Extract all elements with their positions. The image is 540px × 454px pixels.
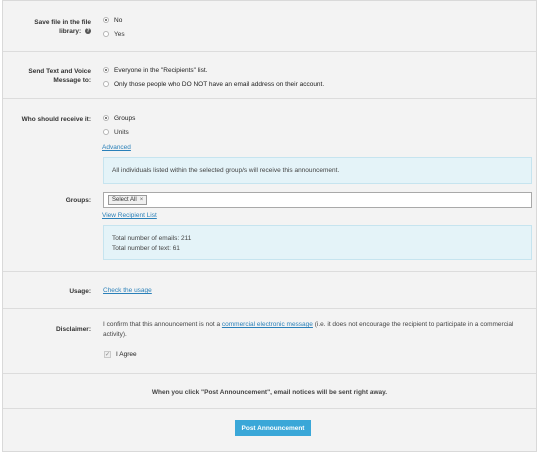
radio-no[interactable] [103, 17, 109, 23]
total-emails: Total number of emails: 211 [112, 235, 192, 242]
save-file-option-yes[interactable]: Yes [103, 29, 125, 39]
recipients-option-groups[interactable]: Groups [103, 113, 135, 123]
radio-groups[interactable] [103, 115, 109, 121]
radio-no-email[interactable] [103, 81, 109, 87]
recipients-label: Who should receive it: [21, 116, 91, 123]
send-text-label: Send Text and Voice Message to: [28, 68, 91, 84]
advanced-link[interactable]: Advanced [102, 144, 131, 151]
save-file-option-no[interactable]: No [103, 15, 122, 25]
announcement-form: Save file in the file library: ? No Yes … [2, 0, 537, 452]
disclaimer-section [3, 309, 536, 373]
usage-label: Usage: [69, 288, 91, 295]
total-texts: Total number of text: 61 [112, 245, 180, 252]
question-icon[interactable]: ? [85, 28, 91, 35]
save-file-label: Save file in the file library: ? [34, 19, 91, 35]
email-notice: When you click "Post Announcement", emai… [151, 389, 388, 396]
send-text-option-everyone[interactable]: Everyone in the "Recipients" list. [103, 65, 208, 75]
groups-label: Groups: [65, 197, 91, 204]
groups-multiselect[interactable]: Select All × [103, 192, 532, 208]
view-recipient-list-link[interactable]: View Recipient List [102, 212, 157, 219]
commercial-message-link[interactable]: commercial electronic message [222, 321, 313, 328]
post-announcement-button[interactable]: Post Announcement [235, 420, 311, 436]
radio-units[interactable] [103, 129, 109, 135]
select-all-tag[interactable]: Select All × [108, 195, 148, 205]
radio-everyone[interactable] [103, 67, 109, 73]
agree-checkbox-row[interactable]: ✓ I Agree [104, 351, 137, 358]
agree-checkbox[interactable]: ✓ [104, 351, 111, 358]
recipient-totals-box: Total number of emails: 211 Total number… [103, 225, 532, 260]
disclaimer-label: Disclaimer: [55, 326, 91, 333]
send-text-option-no-email[interactable]: Only those people who DO NOT have an ema… [103, 79, 324, 89]
check-icon: ✓ [104, 352, 111, 358]
disclaimer-text: I confirm that this announcement is not … [103, 321, 514, 338]
recipients-info-box: All individuals listed within the select… [103, 157, 532, 184]
check-usage-link[interactable]: Check the usage [103, 287, 152, 294]
recipients-option-units[interactable]: Units [103, 127, 129, 137]
radio-yes[interactable] [103, 31, 109, 37]
remove-tag-icon[interactable]: × [140, 197, 144, 203]
